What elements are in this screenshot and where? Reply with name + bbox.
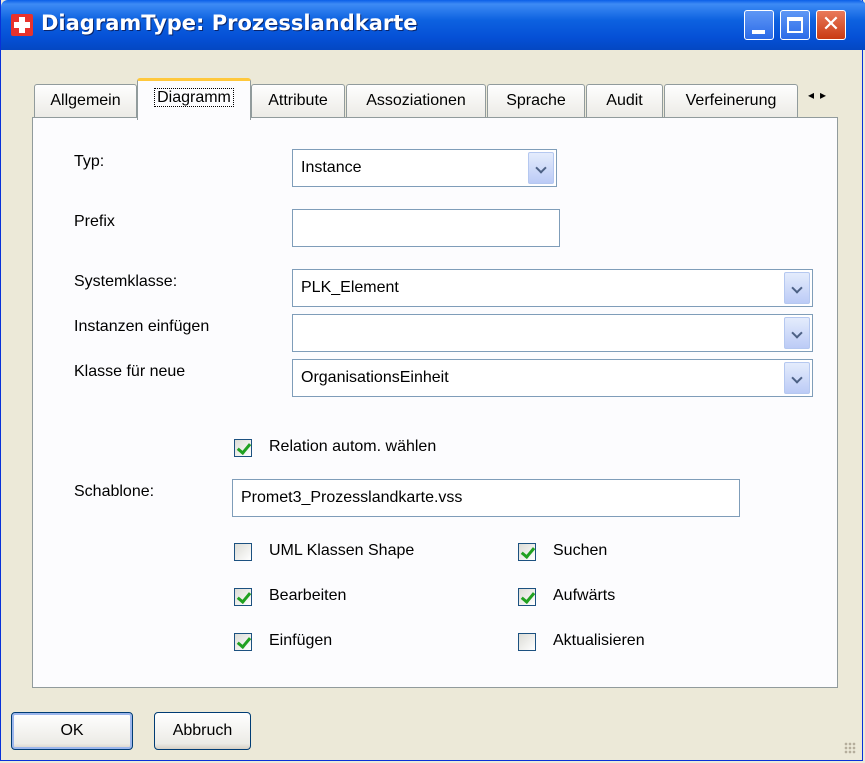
minimize-button[interactable] bbox=[744, 10, 774, 40]
klasse-value: OrganisationsEinheit bbox=[301, 369, 449, 386]
bearbeiten-checkbox[interactable] bbox=[234, 588, 252, 606]
close-icon: ✕ bbox=[821, 12, 841, 37]
tab-label: Attribute bbox=[268, 92, 328, 109]
aktualisieren-label: Aktualisieren bbox=[553, 632, 645, 649]
tab-label: Assoziationen bbox=[366, 92, 466, 109]
relation-label: Relation autom. wählen bbox=[269, 438, 437, 455]
prefix-label: Prefix bbox=[74, 213, 115, 230]
tab-allgemein[interactable]: Allgemein bbox=[34, 84, 137, 117]
klasse-select[interactable]: OrganisationsEinheit bbox=[292, 359, 813, 397]
tab-label: Sprache bbox=[506, 92, 566, 109]
chevron-down-icon[interactable] bbox=[784, 272, 810, 304]
instanzen-label: Instanzen einfügen bbox=[74, 318, 210, 335]
maximize-icon bbox=[787, 17, 803, 33]
systemklasse-value: PLK_Element bbox=[301, 279, 399, 296]
typ-value: Instance bbox=[301, 159, 362, 176]
dialog-window: DiagramType: Prozesslandkarte ✕ Allgemei… bbox=[0, 0, 865, 761]
close-button[interactable]: ✕ bbox=[816, 10, 846, 40]
typ-select[interactable]: Instance bbox=[292, 149, 557, 187]
tab-label: Allgemein bbox=[50, 92, 121, 109]
einfuegen-label: Einfügen bbox=[269, 632, 333, 649]
chevron-down-icon[interactable] bbox=[784, 362, 810, 394]
red-cross-icon bbox=[11, 14, 33, 36]
suchen-label: Suchen bbox=[553, 542, 608, 559]
aufwaerts-checkbox[interactable] bbox=[518, 588, 536, 606]
cancel-button[interactable]: Abbruch bbox=[154, 712, 251, 750]
schablone-label: Schablone: bbox=[74, 483, 155, 500]
aufwaerts-label: Aufwärts bbox=[553, 587, 616, 604]
einfuegen-checkbox[interactable] bbox=[234, 633, 252, 651]
title-bar[interactable]: DiagramType: Prozesslandkarte ✕ bbox=[1, 0, 865, 50]
schablone-value: Promet3_Prozesslandkarte.vss bbox=[241, 489, 463, 506]
tab-attribute[interactable]: Attribute bbox=[251, 84, 345, 117]
minimize-icon bbox=[752, 30, 765, 34]
ok-button[interactable]: OK bbox=[11, 712, 133, 750]
tab-label: Verfeinerung bbox=[685, 92, 777, 109]
relation-checkbox[interactable] bbox=[234, 439, 252, 457]
schablone-input[interactable]: Promet3_Prozesslandkarte.vss bbox=[232, 479, 740, 517]
prefix-input[interactable] bbox=[292, 209, 560, 247]
tab-panel-diagramm bbox=[32, 117, 838, 688]
instanzen-select[interactable] bbox=[292, 314, 813, 352]
suchen-checkbox[interactable] bbox=[518, 543, 536, 561]
maximize-button[interactable] bbox=[780, 10, 810, 40]
tab-label: Diagramm bbox=[154, 88, 234, 107]
aktualisieren-checkbox[interactable] bbox=[518, 633, 536, 651]
klasse-label: Klasse für neue bbox=[74, 363, 186, 380]
tab-sprache[interactable]: Sprache bbox=[487, 84, 585, 117]
tab-verfeinerung[interactable]: Verfeinerung bbox=[664, 84, 798, 117]
chevron-down-icon[interactable] bbox=[528, 152, 554, 184]
systemklasse-select[interactable]: PLK_Element bbox=[292, 269, 813, 307]
systemklasse-label: Systemklasse: bbox=[74, 273, 178, 290]
resize-grip-icon[interactable] bbox=[844, 742, 856, 754]
window-title: DiagramType: Prozesslandkarte bbox=[41, 11, 418, 35]
tab-diagramm[interactable]: Diagramm bbox=[137, 78, 251, 120]
bearbeiten-label: Bearbeiten bbox=[269, 587, 347, 604]
tab-scroll-arrows-icon[interactable]: ◂▸ bbox=[801, 84, 839, 106]
chevron-down-icon[interactable] bbox=[784, 317, 810, 349]
tab-assoziationen[interactable]: Assoziationen bbox=[346, 84, 486, 117]
uml-label: UML Klassen Shape bbox=[269, 542, 415, 559]
typ-label: Typ: bbox=[74, 153, 105, 170]
tab-audit[interactable]: Audit bbox=[586, 84, 663, 117]
tab-label: Audit bbox=[606, 92, 643, 109]
uml-checkbox[interactable] bbox=[234, 543, 252, 561]
